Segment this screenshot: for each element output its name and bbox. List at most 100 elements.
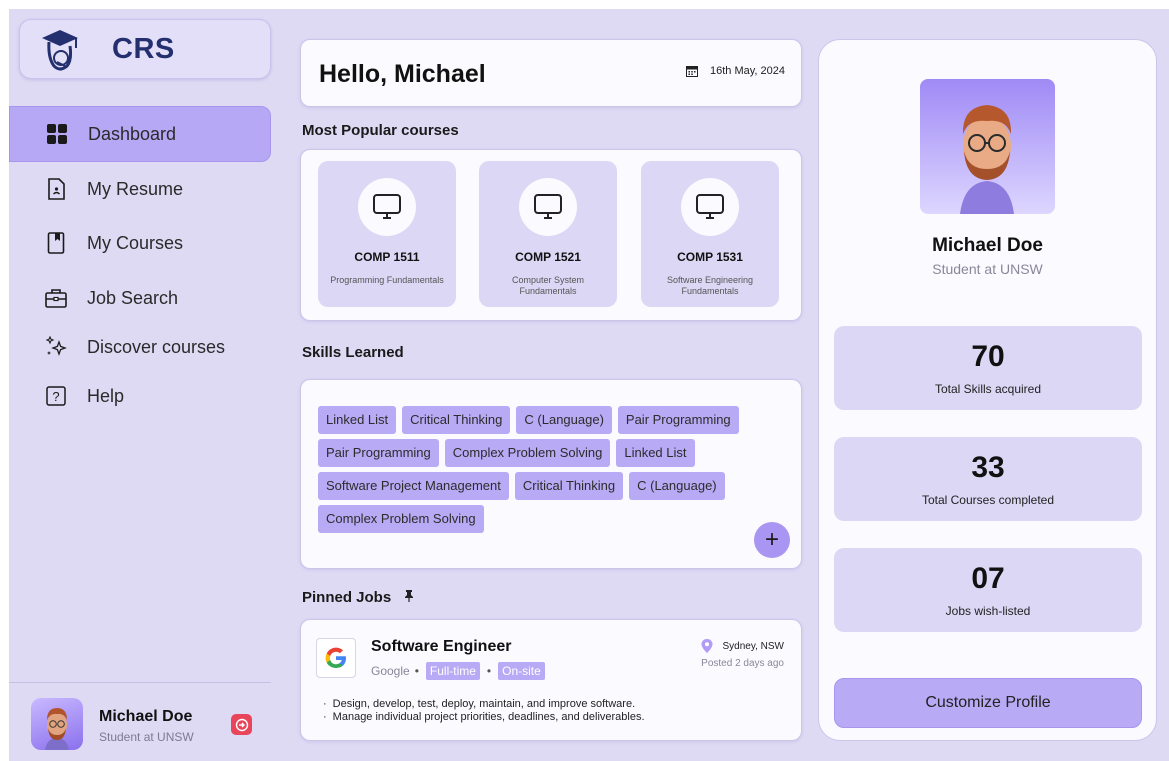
job-location-text: Sydney, NSW xyxy=(722,640,785,652)
date-display: 16th May, 2024 xyxy=(685,65,785,77)
monitor-icon xyxy=(696,194,724,219)
skills-title: Skills Learned xyxy=(302,344,404,361)
logo[interactable]: CRS xyxy=(19,19,271,79)
skill-tag[interactable]: Critical Thinking xyxy=(514,472,624,500)
logout-button[interactable] xyxy=(231,714,252,735)
skill-tag[interactable]: Complex Problem Solving xyxy=(444,439,611,467)
job-meta: Google • Full-time • On-site xyxy=(371,662,547,680)
grid-icon xyxy=(46,123,68,145)
job-bullet: Design, develop, test, deploy, maintain,… xyxy=(323,698,645,711)
course-code: COMP 1521 xyxy=(515,250,581,264)
popular-courses-card: COMP 1511 Programming Fundamentals COMP … xyxy=(300,149,802,321)
main-area: Hello, Michael 16th May, 2024 Most Popul… xyxy=(281,9,1169,761)
monitor-icon xyxy=(534,194,562,219)
sidebar-item-label: My Resume xyxy=(87,178,184,199)
stat-courses: 33 Total Courses completed xyxy=(834,437,1142,521)
sidebar-item-label: Discover courses xyxy=(87,336,226,357)
course-icon-circle xyxy=(681,178,739,236)
google-logo-icon xyxy=(316,638,356,678)
job-company: Google xyxy=(371,664,410,678)
sidebar-user: Michael Doe Student at UNSW xyxy=(9,682,271,761)
sidebar-item-help[interactable]: ? Help xyxy=(9,368,271,424)
sidebar-item-label: Help xyxy=(87,385,125,406)
sidebar-item-label: My Courses xyxy=(87,232,184,253)
user-role: Student at UNSW xyxy=(99,730,194,744)
add-skill-button[interactable]: + xyxy=(754,522,790,558)
stat-value: 07 xyxy=(971,562,1005,595)
course-name: Programming Fundamentals xyxy=(330,275,444,285)
course-card[interactable]: COMP 1511 Programming Fundamentals xyxy=(318,161,456,307)
job-posted: Posted 2 days ago xyxy=(701,658,784,669)
svg-text:?: ? xyxy=(52,389,59,404)
course-icon-circle xyxy=(519,178,577,236)
location-pin-icon xyxy=(701,639,712,653)
skill-tag[interactable]: C (Language) xyxy=(629,472,725,500)
course-name: Software Engineering Fundamentals xyxy=(666,275,754,296)
customize-profile-button[interactable]: Customize Profile xyxy=(834,678,1142,728)
sidebar-item-my-resume[interactable]: My Resume xyxy=(9,161,271,217)
popular-courses-title: Most Popular courses xyxy=(302,122,459,139)
stat-value: 70 xyxy=(971,340,1005,373)
briefcase-icon xyxy=(45,287,67,309)
sidebar-item-discover-courses[interactable]: Discover courses xyxy=(9,319,271,375)
skill-tag[interactable]: Linked List xyxy=(616,439,695,467)
sidebar-item-job-search[interactable]: Job Search xyxy=(9,270,271,326)
stat-label: Jobs wish-listed xyxy=(945,604,1031,618)
sidebar-item-label: Dashboard xyxy=(88,123,177,144)
graduation-cap-icon xyxy=(42,30,78,71)
document-icon xyxy=(45,178,67,200)
job-mode-badge: On-site xyxy=(498,662,545,680)
question-icon: ? xyxy=(45,385,67,407)
profile-role: Student at UNSW xyxy=(932,261,1043,277)
sidebar: CRS Dashboard My Resume My Courses Job S… xyxy=(9,9,281,761)
sparkles-icon xyxy=(45,336,67,358)
greeting-card: Hello, Michael 16th May, 2024 xyxy=(300,39,802,107)
sidebar-item-label: Job Search xyxy=(87,287,179,308)
course-icon-circle xyxy=(358,178,416,236)
course-name: Computer System Fundamentals xyxy=(511,275,585,296)
job-title: Software Engineer xyxy=(371,638,512,655)
skill-tag[interactable]: C (Language) xyxy=(516,406,612,434)
stat-skills: 70 Total Skills acquired xyxy=(834,326,1142,410)
skill-tag[interactable]: Software Project Management xyxy=(318,472,509,500)
stat-label: Total Skills acquired xyxy=(934,382,1042,396)
job-bullet: Manage individual project priorities, de… xyxy=(323,711,645,724)
logo-text: CRS xyxy=(112,33,175,65)
avatar[interactable] xyxy=(31,698,83,750)
calendar-icon xyxy=(685,66,698,77)
sidebar-item-dashboard[interactable]: Dashboard xyxy=(9,106,271,162)
skill-tag[interactable]: Critical Thinking xyxy=(402,406,511,434)
stat-label: Total Courses completed xyxy=(921,493,1055,507)
profile-photo[interactable] xyxy=(920,79,1055,214)
skill-tags: Linked List Critical Thinking C (Languag… xyxy=(318,406,788,533)
pinned-jobs-title: Pinned Jobs xyxy=(302,589,415,606)
monitor-icon xyxy=(373,194,401,219)
logout-icon xyxy=(235,718,248,731)
user-name: Michael Doe xyxy=(99,708,193,725)
pin-icon xyxy=(405,590,414,602)
date-text: 16th May, 2024 xyxy=(709,65,785,77)
bookmark-icon xyxy=(45,232,67,254)
course-card[interactable]: COMP 1521 Computer System Fundamentals xyxy=(479,161,617,307)
skill-tag[interactable]: Pair Programming xyxy=(617,406,739,434)
skill-tag[interactable]: Pair Programming xyxy=(318,439,439,467)
skills-card: Linked List Critical Thinking C (Languag… xyxy=(300,379,802,569)
pinned-jobs-label: Pinned Jobs xyxy=(302,589,392,606)
stat-value: 33 xyxy=(971,451,1005,484)
course-code: COMP 1511 xyxy=(354,250,420,264)
job-type-badge: Full-time xyxy=(425,662,480,680)
job-description: Design, develop, test, deploy, maintain,… xyxy=(323,698,645,724)
job-location: Sydney, NSW xyxy=(701,639,785,653)
profile-name: Michael Doe xyxy=(932,235,1043,256)
separator-dot: • xyxy=(486,664,492,678)
job-card[interactable]: Software Engineer Google • Full-time • O… xyxy=(300,619,802,741)
separator-dot: • xyxy=(414,664,419,678)
skill-tag[interactable]: Linked List xyxy=(318,406,397,434)
stat-jobs: 07 Jobs wish-listed xyxy=(834,548,1142,632)
profile-panel: Michael Doe Student at UNSW 70 Total Ski… xyxy=(818,39,1157,741)
sidebar-item-my-courses[interactable]: My Courses xyxy=(9,215,271,271)
course-code: COMP 1531 xyxy=(677,250,743,264)
course-card[interactable]: COMP 1531 Software Engineering Fundament… xyxy=(641,161,779,307)
skill-tag[interactable]: Complex Problem Solving xyxy=(318,505,484,533)
page-title: Hello, Michael xyxy=(319,60,486,88)
